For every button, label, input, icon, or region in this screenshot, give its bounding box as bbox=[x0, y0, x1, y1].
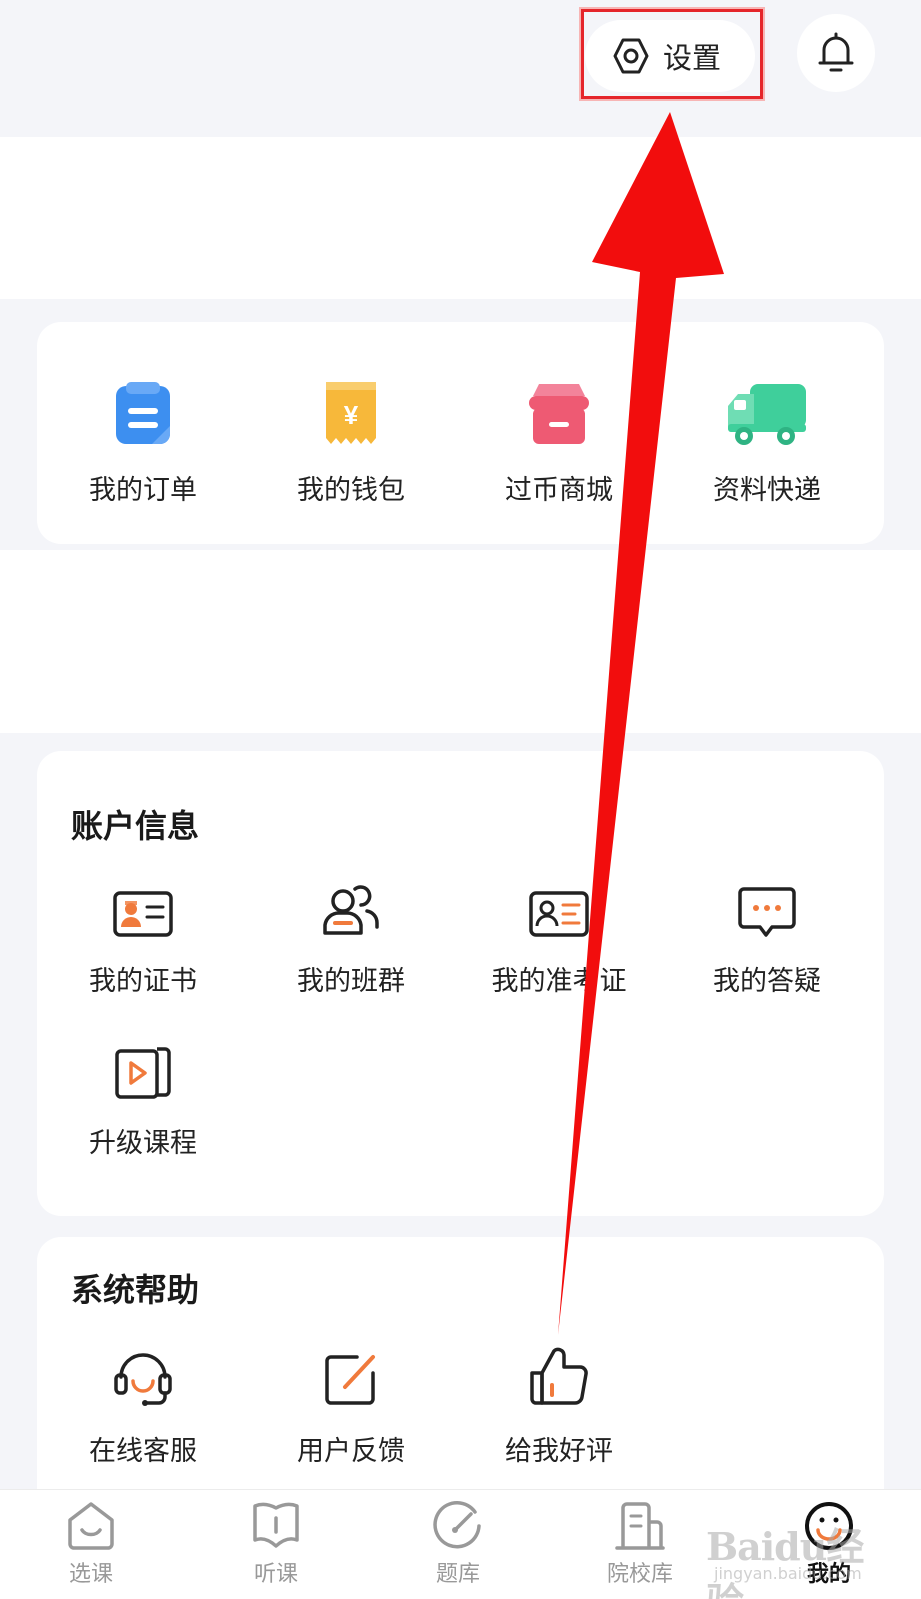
tab-select-course[interactable]: 选课 bbox=[31, 1500, 151, 1588]
tab-label: 院校库 bbox=[606, 1562, 673, 1587]
quick-link-label: 过币商城 bbox=[505, 475, 613, 506]
account-item-label: 我的答疑 bbox=[713, 966, 821, 997]
help-item-feedback[interactable]: 用户反馈 bbox=[245, 1337, 457, 1468]
notification-button[interactable] bbox=[797, 14, 875, 92]
quick-link-shop[interactable]: 过币商城 bbox=[453, 376, 665, 507]
account-item-label: 升级课程 bbox=[89, 1128, 197, 1159]
qa-chat-icon bbox=[738, 887, 796, 937]
feedback-edit-icon bbox=[325, 1355, 375, 1405]
promo-area bbox=[0, 550, 921, 733]
bell-icon bbox=[818, 32, 854, 72]
wallet-icon: ¥ bbox=[326, 382, 376, 444]
account-item-certificate[interactable]: 我的证书 bbox=[37, 867, 249, 998]
account-info-card: 账户信息 我的证书 我的班群 我的准考证 我的答疑 升级课程 bbox=[37, 751, 884, 1216]
help-item-label: 在线客服 bbox=[89, 1436, 197, 1467]
delivery-truck-icon bbox=[728, 384, 806, 445]
annotation-highlight-box bbox=[581, 9, 763, 99]
certificate-icon bbox=[113, 891, 173, 937]
help-item-customer-service[interactable]: 在线客服 bbox=[37, 1337, 249, 1468]
account-item-label: 我的准考证 bbox=[491, 966, 627, 997]
school-library-icon bbox=[615, 1502, 665, 1550]
help-item-label: 用户反馈 bbox=[297, 1436, 405, 1467]
upgrade-course-icon bbox=[115, 1047, 171, 1099]
listen-course-icon bbox=[253, 1502, 299, 1548]
help-item-label: 给我好评 bbox=[505, 1436, 613, 1467]
headset-icon bbox=[114, 1353, 172, 1406]
tab-listen-course[interactable]: 听课 bbox=[216, 1500, 336, 1588]
watermark-main-text: Baidu经验 bbox=[706, 1524, 864, 1599]
order-icon bbox=[116, 382, 170, 444]
admission-ticket-icon bbox=[529, 891, 589, 937]
quick-link-label: 我的订单 bbox=[89, 475, 197, 506]
tab-school-library[interactable]: 院校库 bbox=[580, 1500, 700, 1588]
thumbs-up-icon bbox=[530, 1347, 588, 1405]
account-item-upgrade-course[interactable]: 升级课程 bbox=[37, 1029, 249, 1160]
top-bar: 设置 bbox=[0, 0, 921, 135]
account-item-class-group[interactable]: 我的班群 bbox=[245, 867, 457, 998]
help-item-rate-us[interactable]: 给我好评 bbox=[453, 1337, 665, 1468]
system-help-card: 系统帮助 在线客服 用户反馈 给我好评 bbox=[37, 1237, 884, 1517]
account-item-label: 我的班群 bbox=[297, 966, 405, 997]
quick-link-orders[interactable]: 我的订单 bbox=[37, 376, 249, 507]
account-item-label: 我的证书 bbox=[89, 966, 197, 997]
quick-link-label: 我的钱包 bbox=[297, 475, 405, 506]
tab-question-bank[interactable]: 题库 bbox=[398, 1500, 518, 1588]
quick-link-delivery[interactable]: 资料快递 bbox=[661, 376, 873, 507]
tab-label: 听课 bbox=[253, 1562, 298, 1587]
baidu-watermark: Baidu经验 jingyan.baidu.com bbox=[706, 1502, 876, 1599]
account-item-qa[interactable]: 我的答疑 bbox=[661, 867, 873, 998]
select-course-icon bbox=[68, 1502, 114, 1550]
shop-icon bbox=[529, 384, 589, 444]
quick-links-card: 我的订单 ¥ 我的钱包 过币商城 资料快递 bbox=[37, 322, 884, 544]
section-title: 系统帮助 bbox=[71, 1271, 200, 1309]
quick-link-wallet[interactable]: ¥ 我的钱包 bbox=[245, 376, 457, 507]
question-bank-icon bbox=[433, 1501, 481, 1549]
section-title: 账户信息 bbox=[71, 807, 200, 845]
svg-text:¥: ¥ bbox=[344, 400, 359, 430]
watermark-sub-text: jingyan.baidu.com bbox=[714, 1564, 862, 1583]
tab-label: 选课 bbox=[68, 1562, 113, 1587]
quick-link-label: 资料快递 bbox=[713, 475, 821, 506]
tab-label: 题库 bbox=[435, 1562, 480, 1587]
class-group-icon bbox=[323, 885, 379, 935]
account-item-admission-ticket[interactable]: 我的准考证 bbox=[453, 867, 665, 998]
banner-area bbox=[0, 137, 921, 299]
